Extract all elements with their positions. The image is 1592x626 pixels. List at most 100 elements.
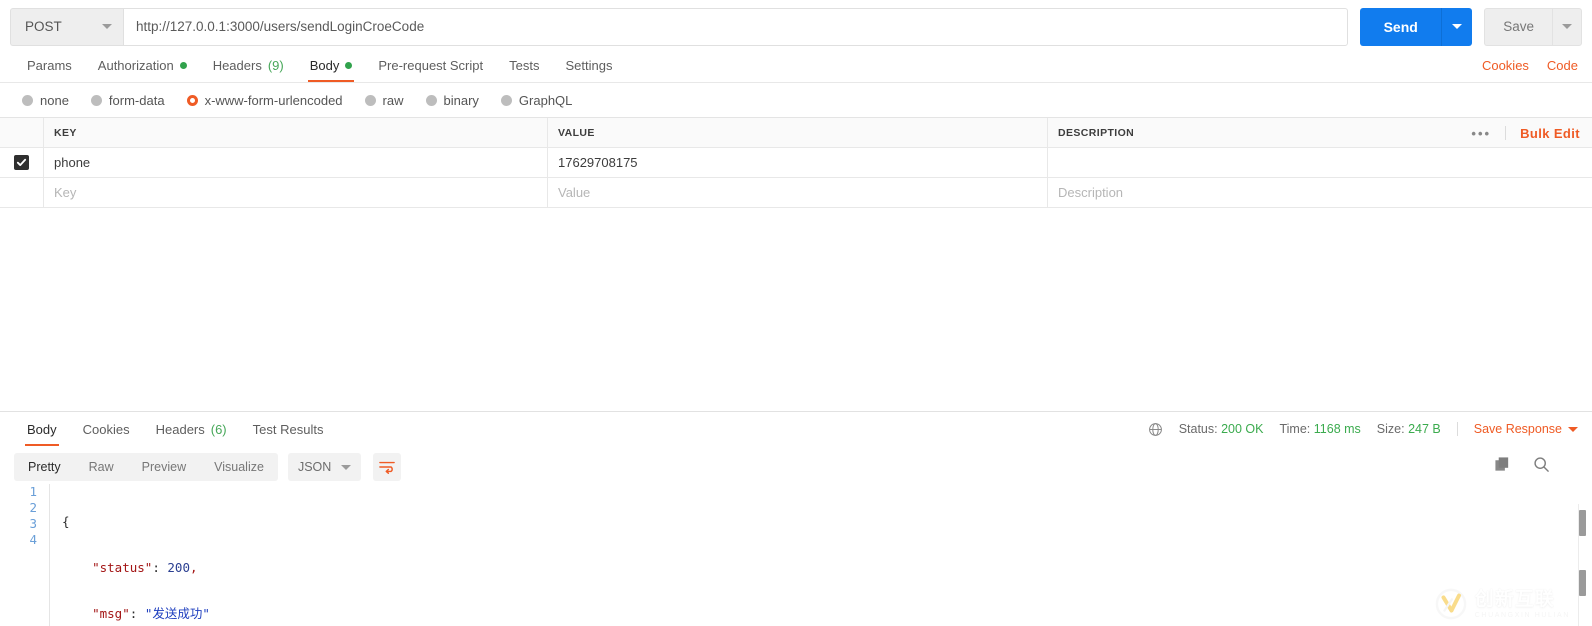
chevron-down-icon (341, 465, 351, 470)
row-value-cell[interactable]: 17629708175 (548, 148, 1048, 177)
save-button[interactable]: Save (1484, 8, 1552, 46)
tab-tests[interactable]: Tests (496, 48, 552, 82)
tab-badge: (9) (268, 58, 284, 73)
body-type-form-data[interactable]: form-data (91, 93, 165, 108)
row-checkbox-checked-icon[interactable] (14, 155, 29, 170)
cookies-link[interactable]: Cookies (1482, 58, 1529, 73)
body-type-x-www-form-urlencoded[interactable]: x-www-form-urlencoded (187, 93, 343, 108)
row-key-value: phone (54, 155, 90, 170)
response-vertical-scrollbar[interactable] (1578, 504, 1586, 626)
view-mode-preview[interactable]: Preview (128, 453, 200, 481)
row-key-cell[interactable]: Key (44, 178, 548, 207)
row-checkbox-cell[interactable] (0, 148, 44, 177)
tab-label: Params (27, 58, 72, 73)
save-options-button[interactable] (1552, 8, 1582, 46)
row-value-cell[interactable]: Value (548, 178, 1048, 207)
response-tab-headers[interactable]: Headers (6) (143, 412, 240, 446)
tab-label: Authorization (98, 58, 174, 73)
value-placeholder: Value (558, 185, 590, 200)
row-checkbox-cell[interactable] (0, 178, 44, 207)
line-number: 2 (14, 500, 37, 516)
bulk-edit-link[interactable]: Bulk Edit (1520, 126, 1580, 141)
tab-authorization[interactable]: Authorization (85, 48, 200, 82)
tab-body[interactable]: Body (297, 48, 366, 82)
row-description-cell[interactable]: Description (1048, 178, 1592, 207)
status-field: Status: 200 OK (1179, 422, 1264, 436)
json-value-msg: "发送成功" (145, 606, 210, 621)
send-options-button[interactable] (1442, 8, 1472, 46)
tab-label: Pre-request Script (378, 58, 483, 73)
tab-label: Headers (156, 422, 205, 437)
view-mode-visualize[interactable]: Visualize (200, 453, 278, 481)
status-value: 200 OK (1221, 422, 1263, 436)
body-type-none[interactable]: none (22, 93, 69, 108)
view-mode-raw[interactable]: Raw (75, 453, 128, 481)
row-key-cell[interactable]: phone (44, 148, 548, 177)
body-type-radio-group: none form-data x-www-form-urlencoded raw… (0, 83, 1592, 117)
response-body-viewer[interactable]: 1 2 3 4 { "status": 200, "msg": "发送成功" } (0, 484, 1592, 602)
code-line-1: { (62, 514, 210, 530)
response-tab-body[interactable]: Body (14, 412, 70, 446)
tab-headers[interactable]: Headers (9) (200, 48, 297, 82)
header-key: KEY (44, 118, 548, 147)
copy-button[interactable] (1494, 456, 1511, 473)
response-format-value: JSON (298, 460, 331, 474)
scrollbar-thumb-upper[interactable] (1579, 510, 1586, 536)
json-open-brace: { (62, 514, 70, 529)
json-key-status: "status" (92, 560, 152, 575)
globe-icon[interactable] (1148, 422, 1163, 437)
postman-window: POST Send Save Params Authorization Head… (0, 0, 1592, 626)
time-label: Time: (1279, 422, 1310, 436)
body-type-graphql[interactable]: GraphQL (501, 93, 572, 108)
row-description-cell[interactable] (1048, 148, 1592, 177)
table-header-row: KEY VALUE DESCRIPTION ••• Bulk Edit (0, 118, 1592, 148)
wrap-lines-button[interactable] (373, 453, 401, 481)
row-value-value: 17629708175 (558, 155, 638, 170)
header-description: DESCRIPTION (1058, 127, 1134, 139)
line-number: 3 (14, 516, 37, 532)
body-type-raw[interactable]: raw (365, 93, 404, 108)
search-button[interactable] (1533, 456, 1550, 473)
status-dot-icon (180, 62, 187, 69)
url-input[interactable] (123, 8, 1348, 46)
view-mode-pretty[interactable]: Pretty (14, 453, 75, 481)
response-tab-test-results[interactable]: Test Results (240, 412, 337, 446)
save-response-label: Save Response (1474, 422, 1562, 436)
body-type-binary[interactable]: binary (426, 93, 479, 108)
divider (1457, 422, 1458, 436)
response-toolbar: Pretty Raw Preview Visualize JSON (0, 446, 1592, 484)
http-method-select[interactable]: POST (10, 8, 123, 46)
line-number-gutter: 1 2 3 4 (14, 484, 50, 626)
response-tab-cookies[interactable]: Cookies (70, 412, 143, 446)
send-button[interactable]: Send (1360, 8, 1442, 46)
tab-label: Headers (213, 58, 262, 73)
response-meta: Status: 200 OK Time: 1168 ms Size: 247 B… (1148, 412, 1578, 446)
copy-icon (1494, 456, 1511, 473)
body-type-label: x-www-form-urlencoded (205, 93, 343, 108)
request-empty-space (0, 208, 1592, 411)
tab-label: Settings (565, 58, 612, 73)
tab-settings[interactable]: Settings (552, 48, 625, 82)
code-content[interactable]: { "status": 200, "msg": "发送成功" } (50, 484, 210, 626)
divider (1505, 126, 1506, 140)
request-right-links: Cookies Code (1482, 48, 1578, 82)
more-options-icon[interactable]: ••• (1471, 127, 1491, 140)
time-value: 1168 ms (1314, 422, 1361, 436)
size-value: 247 B (1408, 422, 1441, 436)
body-type-label: raw (383, 93, 404, 108)
tab-pre-request-script[interactable]: Pre-request Script (365, 48, 496, 82)
header-value: VALUE (548, 118, 1048, 147)
description-placeholder: Description (1058, 185, 1123, 200)
table-row-empty: Key Value Description (0, 178, 1592, 208)
tab-badge: (6) (211, 422, 227, 437)
tab-label: Test Results (253, 422, 324, 437)
line-number: 1 (14, 484, 37, 500)
status-label: Status: (1179, 422, 1218, 436)
save-response-button[interactable]: Save Response (1474, 422, 1578, 436)
tab-params[interactable]: Params (14, 48, 85, 82)
code-link[interactable]: Code (1547, 58, 1578, 73)
response-format-select[interactable]: JSON (288, 453, 361, 481)
status-dot-icon (345, 62, 352, 69)
header-description-cell: DESCRIPTION ••• Bulk Edit (1048, 118, 1592, 147)
scrollbar-thumb-lower[interactable] (1579, 570, 1586, 596)
